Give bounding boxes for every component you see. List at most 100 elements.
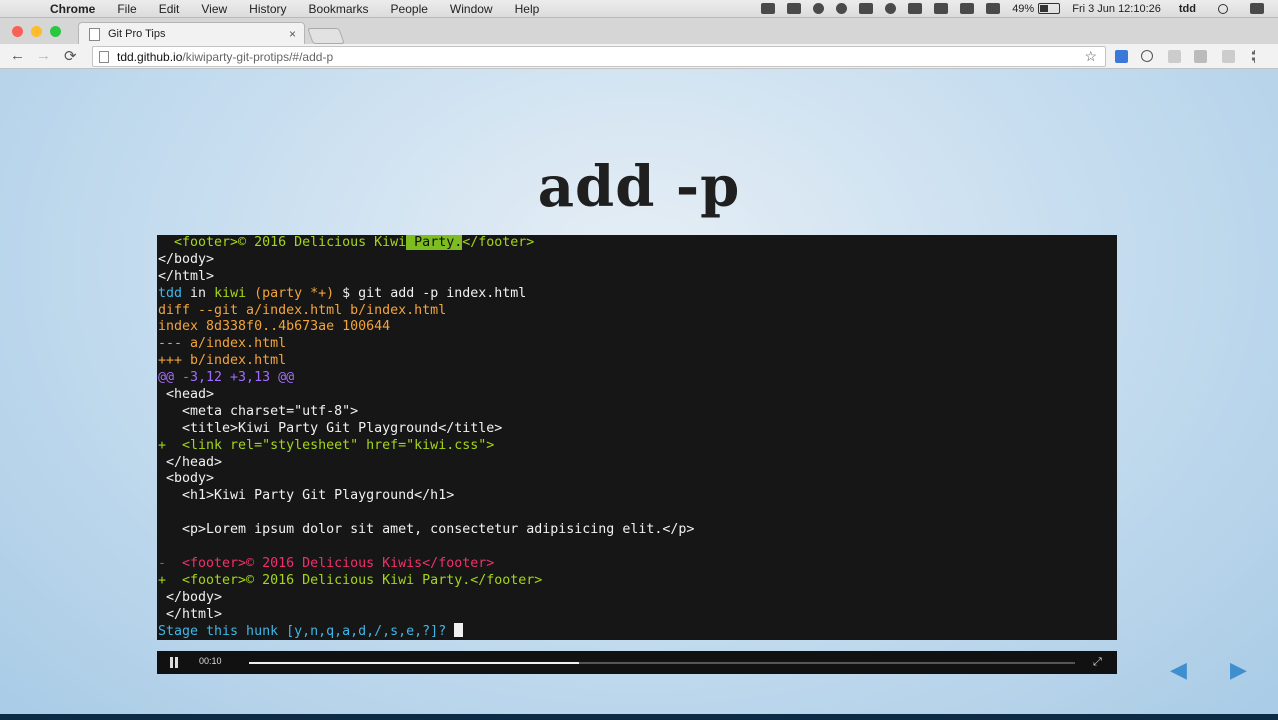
url-path: /kiwiparty-git-protips/#/add-p: [182, 49, 334, 64]
menu-view[interactable]: View: [201, 2, 227, 16]
extension-icon-1[interactable]: [1115, 50, 1128, 63]
address-bar[interactable]: tdd.github.io /kiwiparty-git-protips/#/a…: [92, 46, 1106, 67]
terminal-text: index 8d338f0..4b673ae 100644: [158, 319, 391, 335]
clock[interactable]: Fri 3 Jun 12:10:26: [1072, 3, 1161, 15]
bookmark-star-icon[interactable]: ☆: [1084, 48, 1097, 65]
terminal-text: Stage this hunk [y,n,q,a,d,/,s,e,?]?: [158, 624, 455, 640]
terminal-line: </html>: [157, 607, 1117, 624]
extension-icon-5[interactable]: [1222, 50, 1235, 63]
slide-page: add -p <footer>© 2016 Delicious Kiwi Par…: [0, 69, 1278, 720]
terminal-text: <p>Lorem ipsum dolor sit amet, consectet…: [158, 522, 695, 538]
user-name[interactable]: tdd: [1179, 3, 1196, 15]
reload-button[interactable]: ⟳: [64, 47, 77, 65]
home-icon[interactable]: [787, 3, 802, 14]
terminal-line: <footer>© 2016 Delicious Kiwi Party.</fo…: [157, 235, 1117, 252]
menu-history[interactable]: History: [249, 2, 286, 16]
menu-people[interactable]: People: [391, 2, 428, 16]
new-tab-button[interactable]: [307, 28, 345, 44]
terminal-video-frame: <footer>© 2016 Delicious Kiwi Party.</fo…: [157, 235, 1117, 640]
forward-button[interactable]: →: [36, 47, 51, 64]
terminal-line: </head>: [157, 455, 1117, 472]
menu-bookmarks[interactable]: Bookmarks: [309, 2, 369, 16]
terminal-text: diff --git a/index.html b/index.html: [158, 302, 447, 318]
previous-slide-arrow-icon[interactable]: ◀: [1170, 657, 1187, 683]
terminal-line: <body>: [157, 471, 1117, 488]
apple-menu-icon[interactable]: [18, 3, 32, 15]
terminal-text: </footer>: [462, 235, 535, 250]
zoom-window-button[interactable]: [50, 26, 61, 37]
chrome-menu-icon[interactable]: [1252, 50, 1259, 63]
extension-icon-4[interactable]: [1194, 50, 1207, 63]
wifi-icon[interactable]: [934, 3, 949, 14]
menu-edit[interactable]: Edit: [159, 2, 180, 16]
video-time: 00:10: [199, 656, 222, 666]
terminal-cursor: [454, 623, 464, 638]
terminal-line: @@ -3,12 +3,13 @@: [157, 370, 1117, 387]
terminal-text: + <footer>© 2016 Delicious Kiwi Party.</…: [158, 572, 543, 588]
terminal-line: +++ b/index.html: [157, 353, 1117, 370]
back-button[interactable]: ←: [10, 47, 25, 64]
page-info-icon[interactable]: [99, 50, 109, 63]
volume-icon[interactable]: [960, 3, 975, 14]
terminal-text: --- a/index.html: [158, 336, 287, 352]
terminal-line: </body>: [157, 252, 1117, 269]
notification-center-icon[interactable]: [1250, 3, 1264, 14]
pause-icon[interactable]: [169, 657, 179, 668]
menu-help[interactable]: Help: [515, 2, 540, 16]
terminal-text: - <footer>© 2016 Delicious Kiwis</footer…: [158, 555, 495, 571]
terminal-line: diff --git a/index.html b/index.html: [157, 303, 1117, 320]
tab-git-pro-tips[interactable]: Git Pro Tips ×: [78, 22, 305, 45]
terminal-line: + <link rel="stylesheet" href="kiwi.css"…: [157, 438, 1117, 455]
terminal-line: </body>: [157, 590, 1117, 607]
terminal-line: Stage this hunk [y,n,q,a,d,/,s,e,?]?: [157, 623, 1117, 640]
terminal-text: kiwi: [214, 285, 255, 301]
menu-app-chrome[interactable]: Chrome: [50, 2, 95, 16]
video-progress-fill: [249, 662, 580, 664]
status-icon-3[interactable]: [836, 3, 848, 14]
terminal-line: index 8d338f0..4b673ae 100644: [157, 319, 1117, 336]
battery-icon[interactable]: [1038, 3, 1061, 14]
terminal-line: <head>: [157, 387, 1117, 404]
display-icon[interactable]: [986, 3, 1001, 14]
terminal-text: <body>: [158, 471, 215, 487]
menu-window[interactable]: Window: [450, 2, 493, 16]
extension-icon-3[interactable]: [1168, 50, 1181, 63]
terminal-text: </head>: [158, 454, 223, 470]
terminal-line: <title>Kiwi Party Git Playground</title>: [157, 421, 1117, 438]
extension-icon-2[interactable]: [1141, 50, 1153, 62]
terminal-line: <h1>Kiwi Party Git Playground</h1>: [157, 488, 1117, 505]
terminal-text: tdd: [158, 285, 191, 301]
close-window-button[interactable]: [12, 26, 23, 37]
spotlight-icon[interactable]: [1218, 3, 1228, 14]
status-icon-5[interactable]: [885, 3, 897, 14]
terminal-text: +++ b/index.html: [158, 353, 287, 369]
terminal-text: Party.: [406, 235, 463, 250]
tab-strip: Git Pro Tips ×: [0, 18, 1278, 45]
status-icon-4[interactable]: [859, 3, 874, 14]
menubar-status-area: 49% Fri 3 Jun 12:10:26 tdd: [749, 0, 1278, 17]
terminal-text: @@ -3,12 +3,13 @@: [158, 370, 295, 386]
status-icon-2[interactable]: [813, 3, 825, 14]
terminal-line: <p>Lorem ipsum dolor sit amet, consectet…: [157, 522, 1117, 539]
terminal-text: <title>Kiwi Party Git Playground</title>: [158, 420, 503, 436]
menu-file[interactable]: File: [117, 2, 136, 16]
terminal-text: <meta charset="utf-8">: [158, 403, 359, 419]
video-progress-bar[interactable]: [249, 662, 1075, 664]
airplay-icon[interactable]: [908, 3, 923, 14]
terminal-text: </body>: [158, 589, 223, 605]
terminal-line: </html>: [157, 269, 1117, 286]
terminal-text: + <link rel="stylesheet" href="kiwi.css"…: [158, 437, 495, 453]
terminal-text: in: [190, 285, 215, 301]
terminal-line: tdd in kiwi (party *+) $ git add -p inde…: [157, 286, 1117, 303]
status-icon-1[interactable]: [761, 3, 776, 14]
page-favicon-icon: [89, 27, 100, 41]
minimize-window-button[interactable]: [31, 26, 42, 37]
terminal-text: </html>: [158, 268, 215, 284]
terminal-line: --- a/index.html: [157, 336, 1117, 353]
tab-title: Git Pro Tips: [108, 28, 166, 40]
next-slide-arrow-icon[interactable]: ▶: [1230, 657, 1247, 683]
tab-close-icon[interactable]: ×: [289, 27, 296, 41]
fullscreen-icon[interactable]: ⤢: [1093, 656, 1105, 668]
